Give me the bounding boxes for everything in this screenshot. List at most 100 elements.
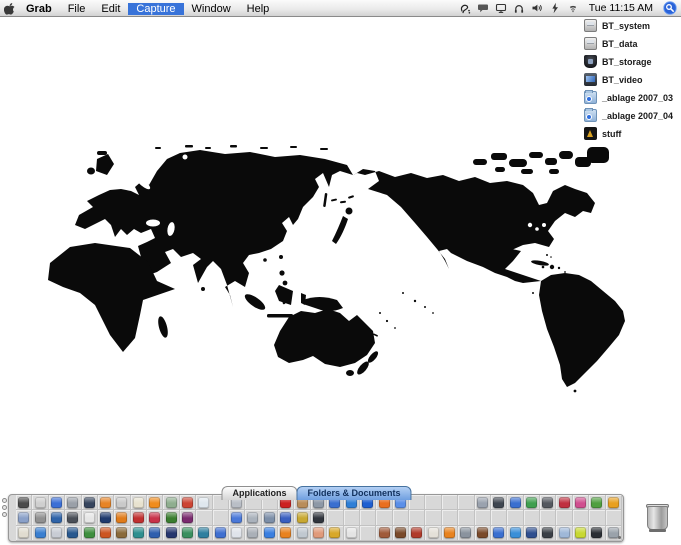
dock-resize-handle[interactable] (618, 536, 621, 539)
dock-app-icon[interactable] (559, 527, 570, 538)
dock-app-icon[interactable] (297, 512, 308, 523)
dock-app-icon[interactable] (100, 497, 111, 508)
dock-app-icon[interactable] (608, 497, 619, 508)
dock-app-icon[interactable] (149, 512, 160, 523)
desktop-icon-bt-storage[interactable]: BT_storage (584, 55, 673, 68)
dock-app-icon[interactable] (67, 497, 78, 508)
hard-drive-icon[interactable] (584, 37, 597, 50)
tab-applications[interactable]: Applications (221, 486, 297, 500)
dock-app-icon[interactable] (116, 512, 127, 523)
dock-app-icon[interactable] (477, 527, 488, 538)
dock-app-icon[interactable] (35, 527, 46, 538)
dock-app-icon[interactable] (67, 512, 78, 523)
dock-app-icon[interactable] (166, 512, 177, 523)
dock-app-icon[interactable] (313, 527, 324, 538)
menu-help[interactable]: Help (239, 3, 278, 15)
dock-app-icon[interactable] (510, 527, 521, 538)
black-folder-icon[interactable] (584, 127, 597, 140)
dock-app-icon[interactable] (559, 497, 570, 508)
dock-app-icon[interactable] (182, 512, 193, 523)
dock-app-icon[interactable] (18, 512, 29, 523)
dock-app-icon[interactable] (379, 527, 390, 538)
headphones-icon[interactable] (512, 1, 526, 15)
dock-app-icon[interactable] (51, 497, 62, 508)
dock-app-icon[interactable] (329, 527, 340, 538)
menu-file[interactable]: File (60, 3, 94, 15)
menu-grab[interactable]: Grab (18, 3, 60, 15)
desktop-icon-stuff[interactable]: stuff (584, 127, 673, 140)
ichat-icon[interactable] (476, 1, 490, 15)
dock-app-icon[interactable] (428, 527, 439, 538)
dock-app-icon[interactable] (477, 497, 488, 508)
desktop-icon-bt-data[interactable]: BT_data (584, 37, 673, 50)
dock-app-icon[interactable] (542, 527, 553, 538)
dock-app-icon[interactable] (51, 527, 62, 538)
dock-app-icon[interactable] (542, 497, 553, 508)
dock-app-icon[interactable] (133, 497, 144, 508)
dock-app-icon[interactable] (231, 527, 242, 538)
menu-capture[interactable]: Capture (128, 3, 183, 15)
dock-app-icon[interactable] (526, 497, 537, 508)
dock-app-icon[interactable] (575, 527, 586, 538)
dock-app-icon[interactable] (166, 527, 177, 538)
dock-app-icon[interactable] (280, 512, 291, 523)
tab-folders-documents[interactable]: Folders & Documents (297, 486, 412, 500)
desktop-icon--ablage-2007-03[interactable]: _ablage 2007_03 (584, 91, 673, 104)
dock-app-icon[interactable] (35, 512, 46, 523)
dock-app-icon[interactable] (575, 497, 586, 508)
dock-app-icon[interactable] (182, 527, 193, 538)
folder-icon[interactable] (584, 109, 597, 122)
dock-app-icon[interactable] (460, 527, 471, 538)
dock-app-icon[interactable] (247, 527, 258, 538)
dock-app-icon[interactable] (67, 527, 78, 538)
trash-icon[interactable] (646, 503, 669, 532)
dock-app-icon[interactable] (591, 497, 602, 508)
dock-app-icon[interactable] (18, 527, 29, 538)
video-drive-icon[interactable] (584, 73, 597, 86)
dock-app-icon[interactable] (215, 527, 226, 538)
dock-app-icon[interactable] (35, 497, 46, 508)
menu-clock[interactable]: Tue 11:15 AM (584, 2, 658, 14)
menu-window[interactable]: Window (184, 3, 239, 15)
palette-control-dot[interactable] (2, 505, 7, 510)
dock-window-controls[interactable] (2, 498, 7, 517)
dock-app-icon[interactable] (100, 527, 111, 538)
palette-control-dot[interactable] (2, 498, 7, 503)
dock-app-icon[interactable] (198, 497, 209, 508)
dock-app-icon[interactable] (166, 497, 177, 508)
dock-app-icon[interactable] (149, 497, 160, 508)
folder-icon[interactable] (584, 91, 597, 104)
airport-icon[interactable] (566, 1, 580, 15)
dock-app-icon[interactable] (133, 512, 144, 523)
dock-app-icon[interactable] (198, 527, 209, 538)
menu-edit[interactable]: Edit (93, 3, 128, 15)
spotlight-icon[interactable] (662, 1, 677, 16)
dock-app-icon[interactable] (149, 527, 160, 538)
dock-app-icon[interactable] (510, 497, 521, 508)
dock-app-icon[interactable] (493, 497, 504, 508)
palette-control-dot[interactable] (2, 512, 7, 517)
dock-app-icon[interactable] (591, 527, 602, 538)
dock-app-icon[interactable] (51, 512, 62, 523)
apple-menu-icon[interactable] (0, 2, 18, 15)
dock-app-icon[interactable] (116, 527, 127, 538)
ink-icon[interactable] (458, 1, 472, 15)
dock-app-icon[interactable] (395, 527, 406, 538)
dock-app-icon[interactable] (526, 527, 537, 538)
dock-app-icon[interactable] (182, 497, 193, 508)
dock-app-icon[interactable] (231, 512, 242, 523)
dock-app-icon[interactable] (247, 512, 258, 523)
dock-app-icon[interactable] (100, 512, 111, 523)
dock-app-icon[interactable] (84, 497, 95, 508)
dock-app-icon[interactable] (493, 527, 504, 538)
dark-drive-icon[interactable] (584, 55, 597, 68)
volume-icon[interactable] (530, 1, 544, 15)
dock-app-icon[interactable] (297, 527, 308, 538)
desktop-icon-bt-system[interactable]: BT_system (584, 19, 673, 32)
dock-app-icon[interactable] (264, 512, 275, 523)
display-icon[interactable] (494, 1, 508, 15)
desktop-icon--ablage-2007-04[interactable]: _ablage 2007_04 (584, 109, 673, 122)
dock-app-icon[interactable] (116, 497, 127, 508)
dock-app-icon[interactable] (313, 512, 324, 523)
battery-icon[interactable] (548, 1, 562, 15)
